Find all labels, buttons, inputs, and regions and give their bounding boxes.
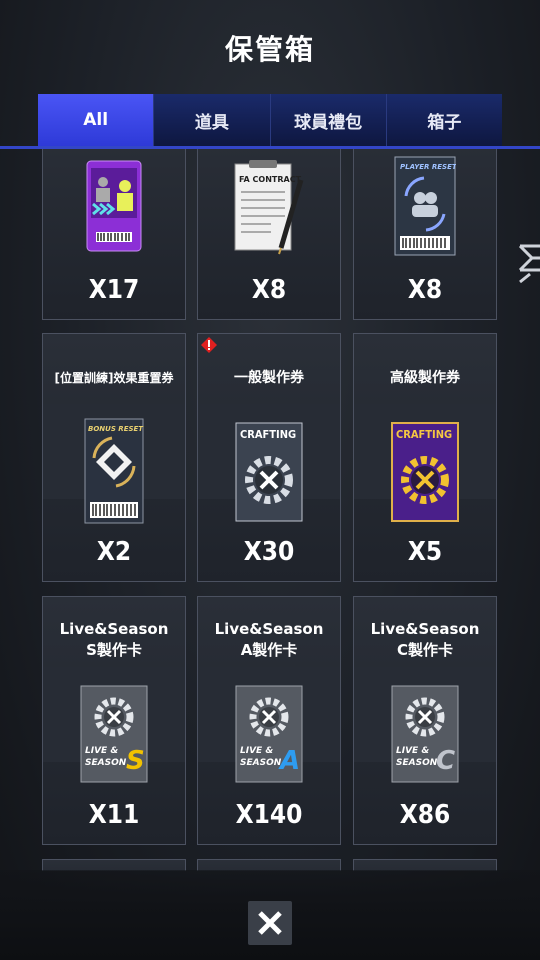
close-button[interactable] (248, 901, 292, 945)
storage-item-card[interactable]: 一般製作券 CRAFTING X30 (197, 333, 341, 582)
item-quantity: X8 (407, 275, 443, 305)
item-quantity: X2 (96, 537, 132, 567)
fa-contract-icon: FA CONTRACT (234, 160, 304, 255)
art-text-line: SEASON (396, 758, 438, 768)
item-name: Live&Season A製作卡 (198, 619, 340, 661)
item-quantity: X11 (88, 800, 140, 830)
close-x-icon (258, 911, 282, 935)
live-season-s-card-icon: LIVE & SEASON S (80, 685, 148, 783)
grade-letter: C (436, 746, 455, 776)
tab-items[interactable]: 道具 (154, 94, 271, 146)
storage-grid: X17 FA CONTRACT X8 PLAYER RESET X8 [位置訓練… (0, 149, 540, 871)
category-tabs: All 道具 球員禮包 箱子 (38, 94, 502, 146)
item-quantity: X17 (88, 275, 140, 305)
storage-item-card[interactable]: Live&Season S製作卡 LIVE & SEASON S X11 (42, 596, 186, 845)
item-name: 一般製作券 (234, 370, 304, 386)
tab-boxes[interactable]: 箱子 (386, 94, 502, 146)
new-alert-icon (201, 337, 217, 353)
art-text-line: LIVE & (240, 746, 273, 756)
item-name: Live&Season C製作卡 (354, 619, 496, 661)
item-name: 高級製作券 (390, 370, 460, 386)
art-text-line: SEASON (240, 758, 282, 768)
storage-item-card[interactable]: FA CONTRACT X8 (197, 149, 341, 320)
page-title: 保管箱 (224, 33, 315, 66)
art-text-line: LIVE & (396, 746, 429, 756)
storage-item-card[interactable]: PLAYER RESET X8 (353, 149, 497, 320)
item-name: [位置訓練]效果重置券 (54, 371, 174, 385)
item-name-line1: Live&Season (214, 620, 324, 638)
item-name-line1: Live&Season (370, 620, 480, 638)
item-name-line1: Live&Season (59, 620, 169, 638)
grade-letter: S (126, 746, 145, 776)
item-name: Live&Season S製作卡 (43, 619, 185, 661)
art-text: BONUS RESET (88, 425, 144, 433)
art-text-line: LIVE & (85, 746, 118, 756)
bonus-reset-ticket-icon: BONUS RESET (84, 418, 144, 524)
item-quantity: X30 (243, 537, 295, 567)
storage-item-card[interactable]: Live&Season C製作卡 LIVE & SEASON C X86 (353, 596, 497, 845)
item-quantity: X86 (399, 800, 451, 830)
art-text: FA CONTRACT (239, 175, 302, 184)
storage-item-card[interactable]: 高級製作券 CRAFTING X5 (353, 333, 497, 582)
premium-crafting-ticket-icon: CRAFTING (391, 422, 459, 522)
item-quantity: X140 (235, 800, 303, 830)
item-name-line2: A製作卡 (240, 641, 298, 659)
art-text: CRAFTING (240, 428, 296, 441)
player-reset-ticket-icon: PLAYER RESET (394, 156, 456, 256)
live-season-c-card-icon: LIVE & SEASON C (391, 685, 459, 783)
art-text: CRAFTING (396, 428, 452, 441)
item-quantity: X8 (251, 275, 287, 305)
storage-item-card[interactable]: X17 (42, 149, 186, 320)
item-name-line2: C製作卡 (396, 641, 453, 659)
grade-letter: A (278, 746, 300, 776)
tab-player-packs[interactable]: 球員禮包 (270, 94, 387, 146)
tab-all[interactable]: All (38, 94, 155, 146)
art-text: PLAYER RESET (400, 163, 456, 171)
live-season-a-card-icon: LIVE & SEASON A (235, 685, 303, 783)
art-text-line: SEASON (85, 758, 127, 768)
item-name-line2: S製作卡 (86, 641, 142, 659)
storage-item-card[interactable]: Live&Season A製作卡 LIVE & SEASON A X140 (197, 596, 341, 845)
item-quantity: X5 (407, 537, 443, 567)
storage-item-card[interactable]: [位置訓練]效果重置券 BONUS RESET X2 (42, 333, 186, 582)
player-change-ticket-icon (86, 160, 142, 252)
crafting-ticket-icon: CRAFTING (235, 422, 303, 522)
